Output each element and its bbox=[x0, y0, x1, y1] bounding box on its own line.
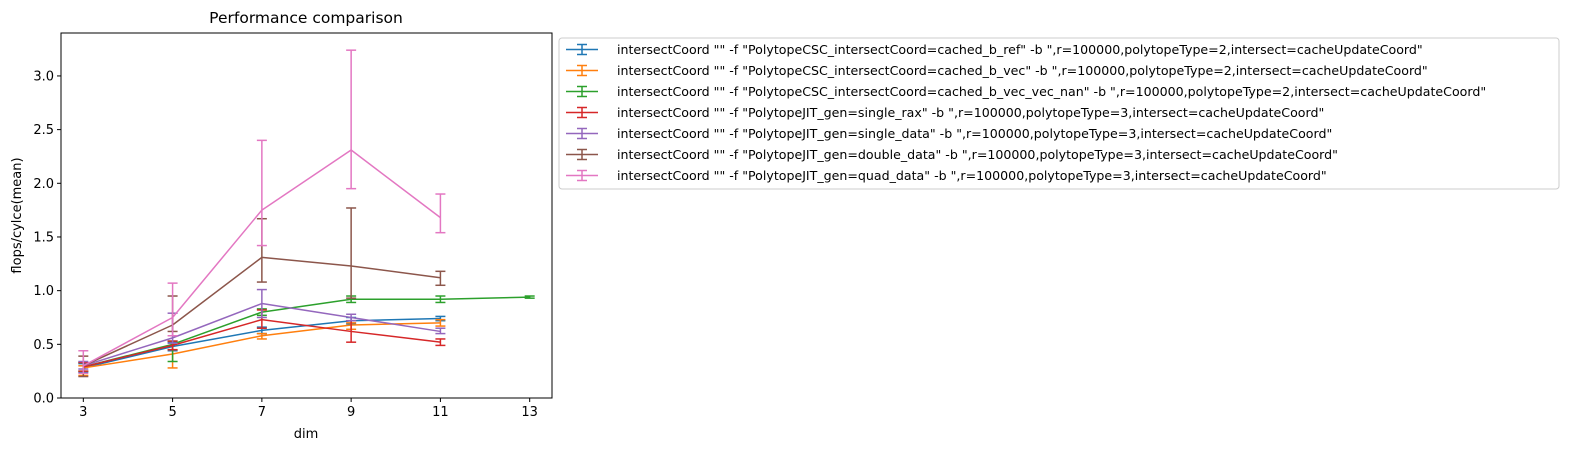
plot-area-frame bbox=[60, 32, 553, 399]
legend-label: intersectCoord "" -f "PolytopeJIT_gen=si… bbox=[617, 126, 1332, 141]
x-tick-label: 11 bbox=[432, 405, 449, 420]
legend-label: intersectCoord "" -f "PolytopeJIT_gen=si… bbox=[617, 105, 1324, 120]
legend-item: intersectCoord "" -f "PolytopeJIT_gen=qu… bbox=[566, 168, 1327, 183]
y-tick-label: 0.5 bbox=[33, 338, 54, 353]
x-tick-label: 3 bbox=[79, 405, 87, 420]
legend: intersectCoord "" -f "PolytopeCSC_inters… bbox=[558, 37, 1560, 190]
x-tick-label: 7 bbox=[258, 405, 266, 420]
legend-label: intersectCoord "" -f "PolytopeCSC_inters… bbox=[617, 42, 1423, 57]
series-line bbox=[83, 296, 530, 368]
legend-item: intersectCoord "" -f "PolytopeJIT_gen=si… bbox=[566, 126, 1332, 141]
legend-item: intersectCoord "" -f "PolytopeCSC_inters… bbox=[566, 84, 1486, 99]
legend-label: intersectCoord "" -f "PolytopeJIT_gen=do… bbox=[617, 147, 1338, 162]
x-tick-label: 13 bbox=[521, 405, 538, 420]
y-tick-label: 2.0 bbox=[33, 177, 54, 192]
chart-title: Performance comparison bbox=[209, 9, 403, 27]
legend-item: intersectCoord "" -f "PolytopeJIT_gen=do… bbox=[566, 147, 1338, 162]
x-axis-title: dim bbox=[294, 427, 319, 442]
performance-chart: Performance comparison 3 5 7 9 11 13 0.0 0.5 1.0… bbox=[10, 9, 1560, 442]
x-tick-label: 5 bbox=[168, 405, 176, 420]
y-tick-label: 1.5 bbox=[33, 230, 54, 245]
y-tick-label: 0.0 bbox=[33, 392, 54, 407]
series-layer bbox=[78, 49, 535, 378]
legend-item: intersectCoord "" -f "PolytopeCSC_inters… bbox=[566, 63, 1428, 78]
legend-label: intersectCoord "" -f "PolytopeCSC_inters… bbox=[617, 84, 1486, 99]
legend-label: intersectCoord "" -f "PolytopeCSC_inters… bbox=[617, 63, 1428, 78]
y-tick-label: 2.5 bbox=[33, 123, 54, 138]
legend-item: intersectCoord "" -f "PolytopeJIT_gen=si… bbox=[566, 105, 1324, 120]
legend-item: intersectCoord "" -f "PolytopeCSC_inters… bbox=[566, 42, 1423, 57]
y-tick-label: 1.0 bbox=[33, 284, 54, 299]
series-3 bbox=[78, 295, 535, 372]
x-tick-label: 9 bbox=[347, 405, 355, 420]
axis-layer: 3 5 7 9 11 13 0.0 0.5 1.0 1.5 2.0 2.5 3.0 bbox=[33, 69, 538, 420]
legend-label: intersectCoord "" -f "PolytopeJIT_gen=qu… bbox=[617, 168, 1327, 183]
y-tick-label: 3.0 bbox=[33, 69, 54, 84]
y-axis-title: flops/cylce(mean) bbox=[10, 157, 25, 273]
